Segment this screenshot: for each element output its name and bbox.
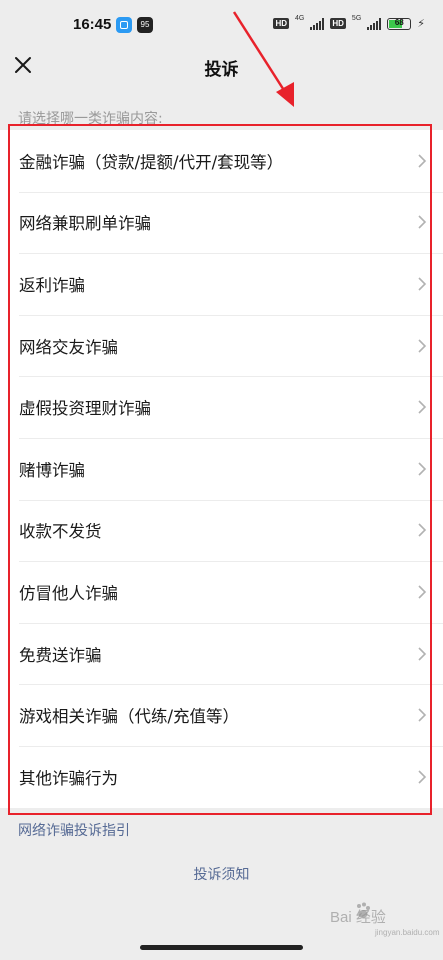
chevron-right-icon [418, 708, 427, 722]
chevron-right-icon [418, 646, 427, 661]
chevron-right-icon [418, 339, 427, 353]
list-item-label: 金融诈骗（贷款/提额/代开/套现等） [19, 152, 284, 172]
list-item[interactable]: 游戏相关诈骗（代练/充值等） [0, 684, 443, 746]
status-time: 16:45 [73, 16, 112, 33]
list-item[interactable]: 其他诈骗行为 [0, 745, 443, 808]
chevron-right-icon [418, 585, 427, 599]
signal-icon [367, 17, 382, 30]
list-item-label: 仿冒他人诈骗 [19, 583, 118, 603]
charging-icon: ⚡ [417, 17, 425, 30]
status-bar: 16:45 95 HD 4G HD 5G 68 ⚡ [0, 0, 443, 50]
chevron-right-icon [418, 277, 427, 291]
list-item-label: 赌博诈骗 [19, 460, 85, 480]
list-item-label: 免费送诈骗 [19, 645, 102, 665]
list-item-label: 返利诈骗 [19, 275, 85, 295]
battery-level: 68 [394, 17, 404, 27]
fraud-category-list: 金融诈骗（贷款/提额/代开/套现等） 网络兼职刷单诈骗 返利诈骗网络交友诈骗虚假投资… [0, 130, 443, 808]
list-item-label: 虚假投资理财诈骗 [19, 399, 151, 419]
battery-icon: 68 [387, 17, 412, 30]
chevron-right-icon [418, 154, 427, 168]
list-item[interactable]: 虚假投资理财诈骗 [0, 376, 443, 438]
chevron-right-icon [418, 770, 427, 784]
list-item[interactable]: 网络兼职刷单诈骗 [0, 191, 443, 254]
network-type-label: 4G [295, 15, 305, 22]
paw-icon [357, 902, 370, 918]
complaint-notice-link-row: 投诉须知 [0, 864, 443, 884]
list-item-label: 网络兼职刷单诈骗 [19, 214, 151, 234]
signal-icon [310, 17, 325, 30]
network-type-label: 5G [351, 15, 362, 22]
nav-bar: 投诉 [0, 50, 443, 106]
list-item[interactable]: 金融诈骗（贷款/提额/代开/套现等） [0, 130, 443, 192]
list-item[interactable]: 免费送诈骗 [0, 622, 443, 685]
fraud-guide-link[interactable]: 网络诈骗投诉指引 [18, 820, 130, 840]
complaint-notice-link[interactable]: 投诉须知 [194, 867, 250, 883]
app-notification-icon [116, 17, 132, 33]
list-item-label: 收款不发货 [19, 522, 102, 542]
list-item[interactable]: 仿冒他人诈骗 [0, 561, 443, 623]
status-indicators: HD 4G HD 5G 68 ⚡ [273, 15, 425, 30]
watermark-url: jingyan.baidu.com [375, 928, 440, 937]
list-item[interactable]: 返利诈骗 [0, 253, 443, 315]
list-item[interactable]: 赌博诈骗 [0, 437, 443, 500]
list-item-label: 游戏相关诈骗（代练/充值等） [19, 707, 240, 727]
list-item[interactable]: 收款不发货 [0, 499, 443, 562]
chevron-right-icon [418, 215, 427, 229]
page-title: 投诉 [204, 60, 239, 80]
list-item[interactable]: 网络交友诈骗 [0, 314, 443, 377]
home-indicator[interactable] [140, 945, 303, 950]
section-hint: 请选择哪一类诈骗内容: [18, 111, 163, 127]
chevron-right-icon [418, 462, 427, 476]
list-item-label: 其他诈骗行为 [19, 768, 118, 788]
chevron-right-icon [418, 400, 427, 414]
hd-icon: HD [273, 18, 290, 29]
chevron-right-icon [418, 523, 427, 537]
hd-icon: HD [330, 18, 346, 29]
list-item-label: 网络交友诈骗 [19, 337, 118, 357]
app-badge-icon: 95 [137, 17, 153, 33]
